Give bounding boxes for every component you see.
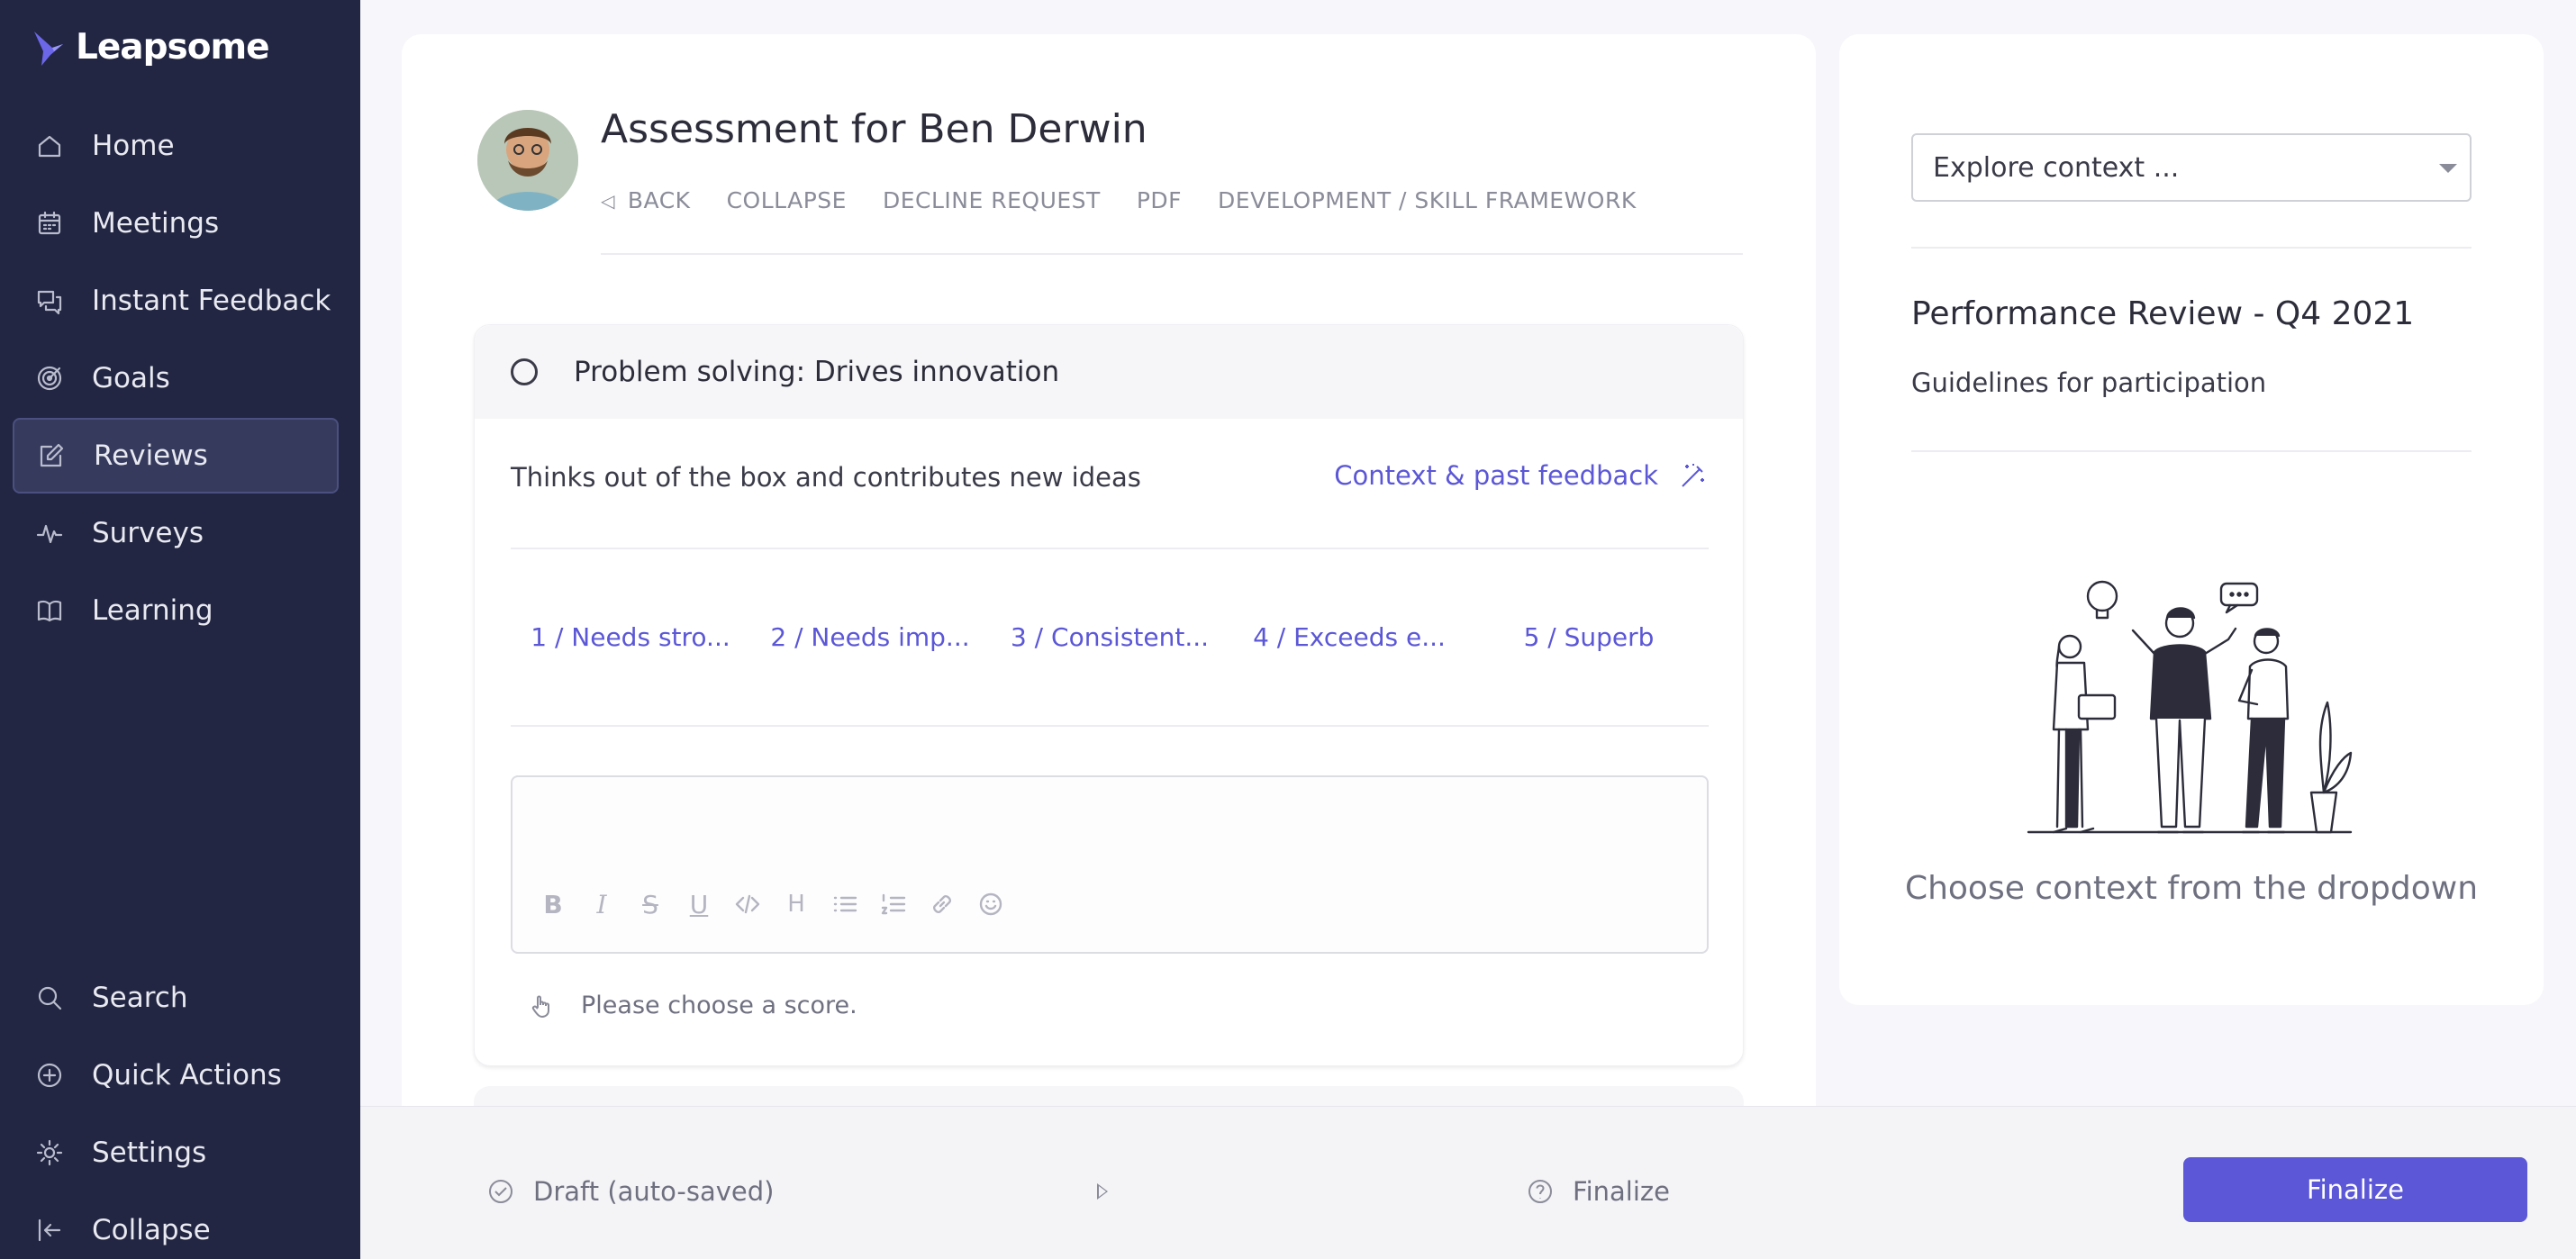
home-icon [34, 131, 65, 161]
target-icon [34, 363, 65, 394]
draft-status: Draft (auto-saved) [486, 1176, 775, 1207]
sidebar-item-label: Surveys [92, 517, 204, 549]
decline-request-link[interactable]: DECLINE REQUEST [883, 187, 1101, 213]
score-option-3[interactable]: 3 / Consistent... [990, 622, 1229, 652]
context-feedback-label: Context & past feedback [1334, 460, 1658, 491]
italic-icon[interactable]: I [586, 889, 617, 919]
sidebar-item-surveys[interactable]: Surveys [13, 495, 339, 571]
caret-down-icon [2439, 164, 2457, 173]
sidebar-item-quick-actions[interactable]: Quick Actions [13, 1037, 339, 1113]
assessment-actions: ◁ BACK COLLAPSE DECLINE REQUEST PDF DEVE… [601, 187, 1673, 213]
question-status-radio[interactable] [511, 358, 538, 385]
chat-icon [34, 285, 65, 316]
explore-context-select[interactable]: Explore context ... [1911, 133, 2472, 202]
sidebar-item-label: Search [92, 982, 188, 1014]
divider [1911, 450, 2472, 452]
help-circle-icon [1528, 1180, 1552, 1203]
sidebar-item-label: Quick Actions [92, 1059, 282, 1091]
magic-wand-icon [1682, 464, 1704, 487]
sidebar-item-label: Home [92, 130, 175, 162]
link-icon[interactable] [927, 889, 957, 919]
sidebar-item-label: Settings [92, 1137, 207, 1169]
finalize-step-text: Finalize [1573, 1176, 1670, 1207]
divider [1911, 247, 2472, 249]
calendar-icon [34, 208, 65, 239]
team-illustration [2027, 580, 2353, 834]
review-cycle-title: Performance Review - Q4 2021 [1911, 295, 2415, 332]
finalize-step: Finalize [1526, 1176, 1670, 1207]
sidebar-item-goals[interactable]: Goals [13, 340, 339, 416]
back-arrow-icon[interactable]: ◁ [601, 190, 615, 212]
sidebar-item-label: Reviews [94, 439, 208, 472]
sidebar-item-label: Instant Feedback [92, 285, 331, 317]
divider [511, 548, 1709, 549]
logo-text: Leapsome [76, 27, 270, 68]
sidebar-item-settings[interactable]: Settings [13, 1115, 339, 1191]
sidebar-item-learning[interactable]: Learning [13, 573, 339, 648]
collapse-icon [34, 1215, 65, 1245]
sidebar-item-label: Goals [92, 362, 170, 394]
sidebar-item-search[interactable]: Search [13, 960, 339, 1036]
book-icon [34, 595, 65, 626]
pulse-icon [34, 518, 65, 548]
explore-context-value: Explore context ... [1933, 151, 2180, 184]
score-option-2[interactable]: 2 / Needs imp... [750, 622, 990, 652]
score-options: 1 / Needs stro... 2 / Needs imp... 3 / C… [511, 622, 1709, 652]
avatar [477, 110, 578, 211]
empty-context-text: Choose context from the dropdown [1904, 870, 2479, 907]
sidebar-item-meetings[interactable]: Meetings [13, 186, 339, 261]
draft-status-text: Draft (auto-saved) [533, 1176, 775, 1207]
divider [601, 253, 1743, 255]
sidebar-item-reviews[interactable]: Reviews [13, 418, 339, 494]
context-feedback-link[interactable]: Context & past feedback [1334, 460, 1709, 491]
sidebar-item-label: Collapse [92, 1214, 211, 1246]
skill-framework-link[interactable]: DEVELOPMENT / SKILL FRAMEWORK [1218, 187, 1637, 213]
back-link[interactable]: BACK [628, 187, 691, 213]
leapsome-bird-icon [34, 31, 63, 66]
sidebar-item-instant-feedback[interactable]: Instant Feedback [13, 263, 339, 339]
step-arrow-icon [1097, 1183, 1108, 1200]
edit-icon [36, 440, 67, 471]
gear-icon [34, 1137, 65, 1168]
divider [511, 725, 1709, 727]
leapsome-logo[interactable]: Leapsome [31, 27, 270, 68]
heading-icon[interactable]: H [781, 889, 812, 919]
collapse-link[interactable]: COLLAPSE [727, 187, 847, 213]
pdf-link[interactable]: PDF [1137, 187, 1182, 213]
sidebar: Leapsome Home Meetings Instant Feedback … [0, 0, 360, 1259]
comment-editor[interactable]: B I S U H [511, 775, 1709, 954]
guidelines-link[interactable]: Guidelines for participation [1911, 367, 2266, 398]
check-circle-icon [489, 1180, 512, 1203]
search-icon [34, 983, 65, 1013]
sidebar-item-label: Learning [92, 594, 213, 627]
question-description: Thinks out of the box and contributes ne… [511, 462, 1141, 493]
strikethrough-icon[interactable]: S [635, 889, 666, 919]
score-option-4[interactable]: 4 / Exceeds e... [1229, 622, 1469, 652]
code-icon[interactable] [732, 889, 763, 919]
emoji-icon[interactable] [975, 889, 1006, 919]
sidebar-item-label: Meetings [92, 207, 220, 240]
score-option-1[interactable]: 1 / Needs stro... [511, 622, 750, 652]
question-header[interactable]: Problem solving: Drives innovation [475, 325, 1743, 419]
question-title: Problem solving: Drives innovation [574, 356, 1060, 388]
pointer-hand-icon [531, 995, 549, 1018]
numbered-list-icon[interactable] [878, 889, 909, 919]
sidebar-item-collapse[interactable]: Collapse [13, 1192, 339, 1259]
score-hint: Please choose a score. [529, 992, 857, 1019]
sidebar-item-home[interactable]: Home [13, 108, 339, 184]
bullet-list-icon[interactable] [830, 889, 860, 919]
bold-icon[interactable]: B [538, 889, 568, 919]
score-hint-text: Please choose a score. [581, 992, 857, 1019]
page-title: Assessment for Ben Derwin [601, 106, 1147, 152]
editor-toolbar: B I S U H [538, 889, 1006, 919]
underline-icon[interactable]: U [684, 889, 714, 919]
score-option-5[interactable]: 5 / Superb [1469, 622, 1709, 652]
finalize-button[interactable]: Finalize [2183, 1157, 2527, 1222]
plus-circle-icon [34, 1060, 65, 1091]
question-card: Problem solving: Drives innovation Think… [474, 324, 1744, 1066]
